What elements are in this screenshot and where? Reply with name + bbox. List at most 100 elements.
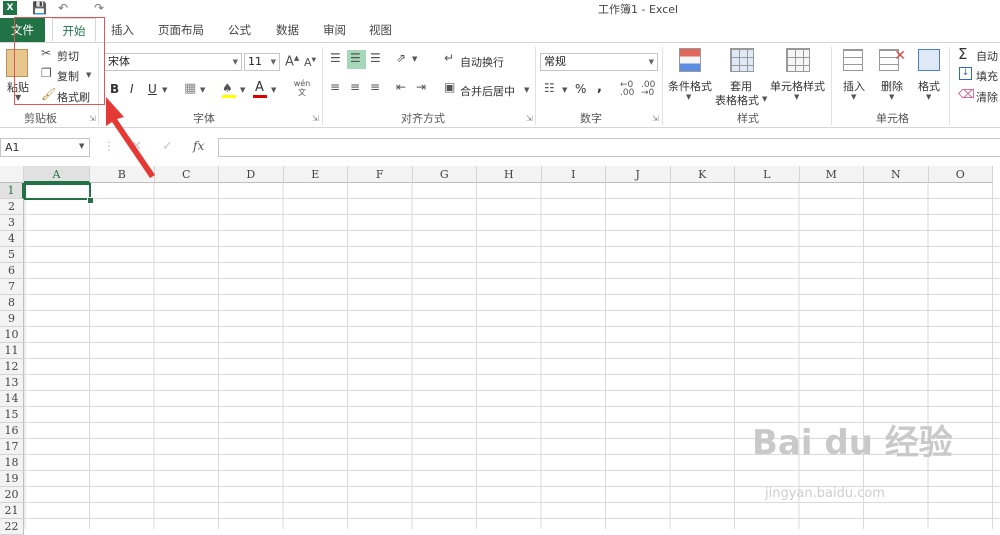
row-header[interactable]: 13 <box>0 375 24 391</box>
column-header[interactable]: M <box>799 166 864 183</box>
row-header[interactable]: 19 <box>0 471 24 487</box>
align-top-icon[interactable]: ☰ <box>330 51 341 65</box>
shrink-font-icon[interactable]: A▼ <box>304 56 316 69</box>
decrease-indent-icon[interactable]: ⇤ <box>396 80 406 94</box>
row-header[interactable]: 10 <box>0 327 24 343</box>
chevron-down-icon[interactable]: ▼ <box>240 86 245 94</box>
column-header[interactable]: O <box>928 166 993 183</box>
row-header[interactable]: 18 <box>0 455 24 471</box>
fill-color-icon[interactable]: ♠ <box>222 81 233 95</box>
dialog-launcher-icon[interactable]: ⇲ <box>526 114 533 123</box>
dialog-launcher-icon[interactable]: ⇲ <box>652 114 659 123</box>
orientation-icon[interactable]: ⇗ <box>396 51 406 65</box>
fill-handle[interactable] <box>87 197 94 204</box>
row-header[interactable]: 16 <box>0 423 24 439</box>
chevron-down-icon[interactable]: ▼ <box>889 93 894 101</box>
row-header[interactable]: 2 <box>0 199 24 215</box>
autosum-button[interactable]: 自动 <box>976 48 998 64</box>
column-header[interactable]: J <box>606 166 671 183</box>
chevron-down-icon[interactable]: ▼ <box>162 86 167 94</box>
row-header[interactable]: 15 <box>0 407 24 423</box>
column-header[interactable]: D <box>219 166 284 183</box>
font-color-icon[interactable]: A <box>255 80 264 95</box>
format-as-table-button-line2[interactable]: 表格格式 <box>715 92 759 108</box>
cell-styles-button[interactable]: 单元格样式 <box>770 78 825 94</box>
tab-review[interactable]: 审阅 <box>323 22 346 38</box>
column-header[interactable]: G <box>412 166 477 183</box>
increase-decimal-icon[interactable]: ←0.00 <box>620 81 634 98</box>
row-header[interactable]: 1 <box>0 183 24 199</box>
row-header[interactable]: 6 <box>0 263 24 279</box>
tab-insert[interactable]: 插入 <box>111 22 134 38</box>
align-left-icon[interactable]: ≡ <box>330 80 340 94</box>
currency-icon[interactable]: ☷ <box>544 81 555 95</box>
row-header[interactable]: 7 <box>0 279 24 295</box>
row-header[interactable]: 12 <box>0 359 24 375</box>
row-header[interactable]: 4 <box>0 231 24 247</box>
insert-cells-button[interactable]: 插入 <box>843 78 865 94</box>
undo-icon[interactable]: ↶ <box>58 1 68 15</box>
bold-button[interactable]: B <box>110 82 119 96</box>
cell-area[interactable] <box>24 183 1000 529</box>
merge-center-button[interactable]: 合并后居中 <box>460 83 515 99</box>
active-cell[interactable] <box>24 183 91 200</box>
fill-button[interactable]: 填充 <box>976 68 998 84</box>
column-header[interactable]: A <box>24 166 90 183</box>
row-header[interactable]: 17 <box>0 439 24 455</box>
align-middle-button[interactable]: ☰ <box>347 50 366 69</box>
format-cells-button[interactable]: 格式 <box>918 78 940 94</box>
phonetic-icon[interactable]: wén 文 <box>291 79 313 97</box>
row-header[interactable]: 20 <box>0 487 24 503</box>
column-header[interactable]: N <box>864 166 929 183</box>
align-bottom-icon[interactable]: ☰ <box>370 51 381 65</box>
chevron-down-icon[interactable]: ▼ <box>562 86 567 94</box>
chevron-down-icon[interactable]: ▼ <box>851 93 856 101</box>
font-name-select[interactable]: 宋体 ▼ <box>104 53 242 71</box>
comma-button[interactable]: , <box>597 80 602 95</box>
row-header[interactable]: 22 <box>0 519 24 535</box>
column-header[interactable]: H <box>477 166 542 183</box>
row-header[interactable]: 14 <box>0 391 24 407</box>
font-size-select[interactable]: 11 ▼ <box>244 53 280 71</box>
dialog-launcher-icon[interactable]: ⇲ <box>89 114 96 123</box>
align-center-icon[interactable]: ≡ <box>350 80 360 94</box>
chevron-down-icon[interactable]: ▼ <box>926 93 931 101</box>
column-header[interactable]: K <box>670 166 735 183</box>
wrap-text-button[interactable]: 自动换行 <box>460 54 504 70</box>
decrease-decimal-icon[interactable]: .00 →0 <box>641 81 655 98</box>
grow-font-icon[interactable]: A▲ <box>285 54 299 69</box>
chevron-down-icon[interactable]: ▼ <box>686 93 691 101</box>
row-header[interactable]: 8 <box>0 295 24 311</box>
name-box[interactable]: A1 <box>0 138 90 157</box>
column-header[interactable]: I <box>541 166 606 183</box>
dialog-launcher-icon[interactable]: ⇲ <box>312 114 319 123</box>
underline-button[interactable]: U <box>148 82 157 96</box>
tab-page-layout[interactable]: 页面布局 <box>158 22 204 38</box>
conditional-format-button[interactable]: 条件格式 <box>668 78 712 94</box>
tab-formulas[interactable]: 公式 <box>228 22 251 38</box>
chevron-down-icon[interactable]: ▼ <box>762 95 767 103</box>
select-all-corner[interactable] <box>0 166 24 183</box>
redo-icon[interactable]: ↷ <box>94 1 104 15</box>
chevron-down-icon[interactable]: ▼ <box>794 93 799 101</box>
chevron-down-icon[interactable]: ▼ <box>524 86 529 94</box>
save-icon[interactable]: 💾 <box>32 1 47 15</box>
tab-data[interactable]: 数据 <box>276 22 299 38</box>
insert-function-icon[interactable]: fx <box>193 139 204 153</box>
chevron-down-icon[interactable]: ▼ <box>200 86 205 94</box>
worksheet-grid[interactable]: ABCDEFGHIJKLMNO 1 2 3 4 5 6 7 8 9 10 11 12 13 14 15 16 1… <box>0 166 1000 535</box>
align-right-icon[interactable]: ≡ <box>370 80 380 94</box>
column-header[interactable]: E <box>283 166 348 183</box>
row-header[interactable]: 11 <box>0 343 24 359</box>
column-header[interactable]: C <box>154 166 219 183</box>
row-header[interactable]: 21 <box>0 503 24 519</box>
formula-input[interactable] <box>218 138 1000 157</box>
tab-view[interactable]: 视图 <box>369 22 392 38</box>
row-header[interactable]: 5 <box>0 247 24 263</box>
clear-button[interactable]: 清除 <box>976 89 998 105</box>
border-icon[interactable]: ▦ <box>184 81 196 96</box>
percent-button[interactable]: % <box>575 82 586 96</box>
chevron-down-icon[interactable]: ▼ <box>79 142 84 150</box>
delete-cells-button[interactable]: 删除 <box>881 78 903 94</box>
column-header[interactable]: F <box>348 166 413 183</box>
